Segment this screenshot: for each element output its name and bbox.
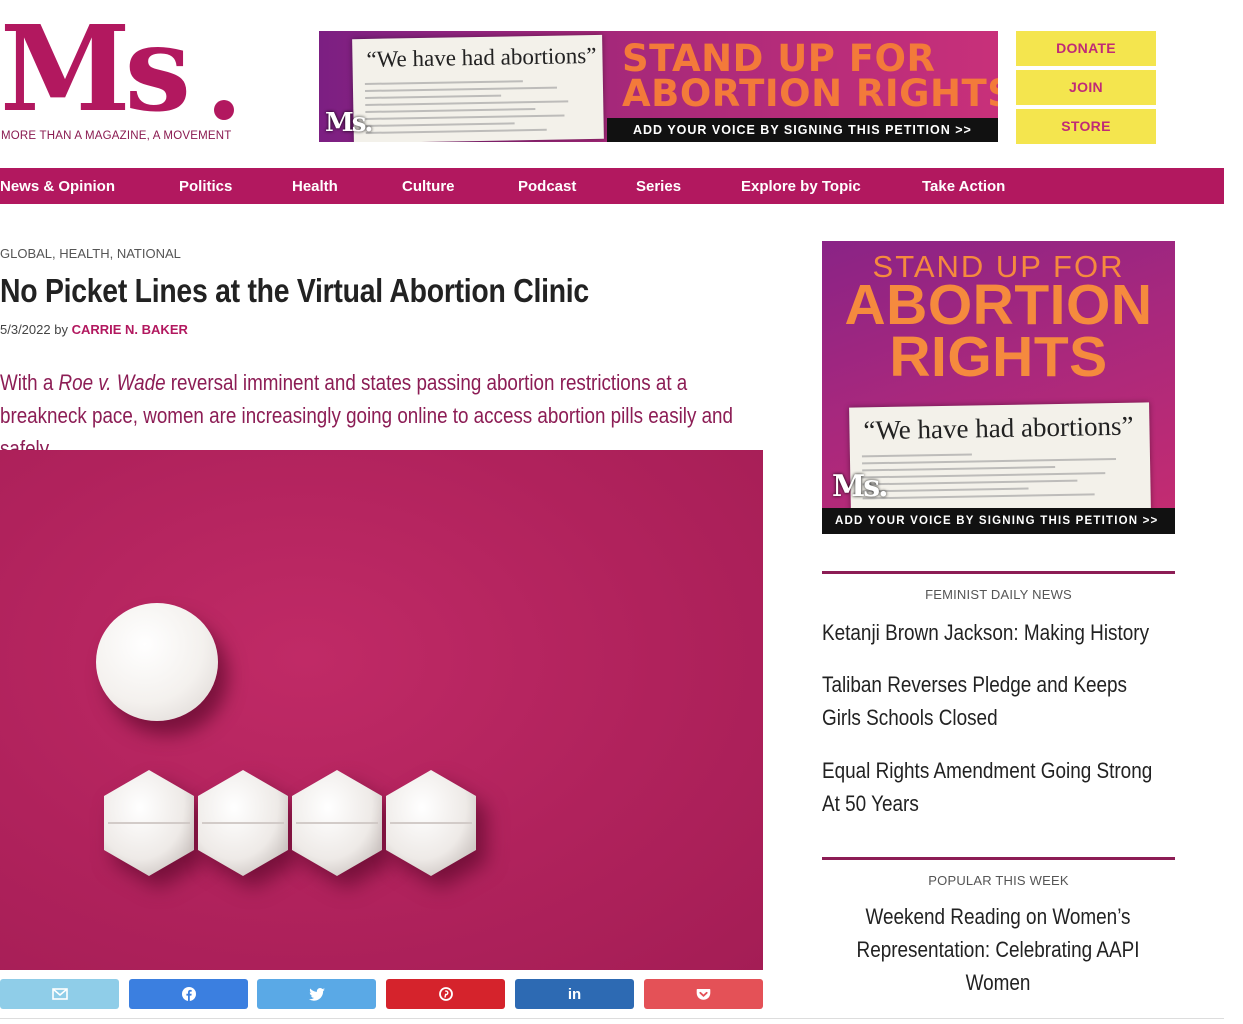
round-pill-image <box>96 603 218 721</box>
magazine-cover-image: “We have had abortions” <box>352 34 604 142</box>
section-divider <box>822 571 1175 574</box>
share-pocket-button[interactable] <box>644 979 763 1009</box>
logo-wordmark: Ms <box>0 0 191 138</box>
site-logo[interactable]: Ms MORE THAN A MAGAZINE, A MOVEMENT <box>0 10 245 148</box>
utility-links: DONATE JOIN STORE <box>1016 31 1156 148</box>
category-link-global[interactable]: GLOBAL <box>0 246 52 261</box>
magazine-heading: “We have had abortions” <box>863 410 1134 446</box>
magazine-text-lines <box>861 451 1139 505</box>
article-byline: 5/3/2022 by CARRIE N. BAKER <box>0 322 188 337</box>
banner-headline: STAND UP FOR ABORTION RIGHTS <box>622 37 998 115</box>
category-link-national[interactable]: NATIONAL <box>117 246 181 261</box>
article-hero-image <box>0 450 763 970</box>
pocket-icon <box>696 988 711 1000</box>
logo-dot <box>214 100 234 120</box>
petition-banner-top[interactable]: “We have had abortions” Ms. STAND UP FOR… <box>319 31 998 142</box>
news-link[interactable]: Taliban Reverses Pledge and Keeps Girls … <box>822 668 1166 734</box>
join-button[interactable]: JOIN <box>1016 70 1156 105</box>
nav-item-series[interactable]: Series <box>636 178 681 195</box>
news-link[interactable]: Ketanji Brown Jackson: Making History <box>822 616 1166 649</box>
excerpt-text-start: With a <box>0 370 59 395</box>
sidebar-banner-line2: RIGHTS <box>889 325 1108 389</box>
sidebar-banner-line1: ABORTION <box>844 273 1153 337</box>
popular-this-week-heading: POPULAR THIS WEEK <box>928 873 1069 888</box>
news-link[interactable]: Equal Rights Amendment Going Strong At 5… <box>822 754 1166 820</box>
article-title: No Picket Lines at the Virtual Abortion … <box>0 272 589 309</box>
page-divider <box>0 1018 1224 1019</box>
nav-item-news-opinion[interactable]: News & Opinion <box>0 178 115 195</box>
hexagon-pill-image <box>196 768 290 878</box>
section-divider <box>822 857 1175 860</box>
email-icon <box>51 988 68 1000</box>
hexagon-pill-image <box>384 768 478 878</box>
share-twitter-button[interactable] <box>257 979 376 1009</box>
logo-tagline: MORE THAN A MAGAZINE, A MOVEMENT <box>1 130 232 142</box>
hexagon-pill-image <box>290 768 384 878</box>
banner-headline-line1: STAND UP FOR <box>622 37 936 80</box>
share-linkedin-button[interactable]: in <box>515 979 634 1009</box>
magazine-text-lines <box>364 79 592 139</box>
donate-button[interactable]: DONATE <box>1016 31 1156 66</box>
feminist-daily-news-heading: FEMINIST DAILY NEWS <box>925 587 1072 602</box>
magazine-heading: “We have had abortions” <box>366 42 597 72</box>
byline-by: by <box>54 322 68 337</box>
author-link[interactable]: CARRIE N. BAKER <box>72 322 188 337</box>
ms-logo-small: Ms. <box>832 469 889 504</box>
share-facebook-button[interactable] <box>129 979 248 1009</box>
nav-item-health[interactable]: Health <box>292 178 338 195</box>
facebook-icon <box>181 987 196 1001</box>
ms-logo-small: Ms. <box>325 108 374 138</box>
share-pinterest-button[interactable] <box>386 979 505 1009</box>
article-date: 5/3/2022 <box>0 322 51 337</box>
magazine-cover-image: “We have had abortions” <box>849 402 1151 516</box>
main-nav: News & Opinion Politics Health Culture P… <box>0 168 1224 204</box>
excerpt-case-name: Roe v. Wade <box>58 370 166 395</box>
petition-banner-sidebar[interactable]: STAND UP FOR ABORTION RIGHTS “We have ha… <box>822 241 1175 534</box>
nav-item-culture[interactable]: Culture <box>402 178 455 195</box>
banner-cta: ADD YOUR VOICE BY SIGNING THIS PETITION … <box>607 118 998 142</box>
nav-item-explore-by-topic[interactable]: Explore by Topic <box>741 178 861 195</box>
category-link-health[interactable]: HEALTH <box>59 246 109 261</box>
popular-link[interactable]: Weekend Reading on Women’s Representatio… <box>826 900 1170 999</box>
linkedin-icon: in <box>567 985 582 1003</box>
article-categories: GLOBAL, HEALTH, NATIONAL <box>0 246 181 261</box>
hexagon-pill-image <box>102 768 196 878</box>
banner-headline-line2: ABORTION RIGHTS <box>622 72 998 115</box>
twitter-icon <box>308 987 325 1001</box>
nav-item-podcast[interactable]: Podcast <box>518 178 576 195</box>
pinterest-icon <box>438 987 453 1001</box>
store-button[interactable]: STORE <box>1016 109 1156 144</box>
nav-item-politics[interactable]: Politics <box>179 178 232 195</box>
sidebar-banner-cta: ADD YOUR VOICE BY SIGNING THIS PETITION … <box>822 508 1175 534</box>
sidebar-banner-headline: ABORTION RIGHTS <box>822 273 1175 389</box>
share-email-button[interactable] <box>0 979 119 1009</box>
nav-item-take-action[interactable]: Take Action <box>922 178 1005 195</box>
